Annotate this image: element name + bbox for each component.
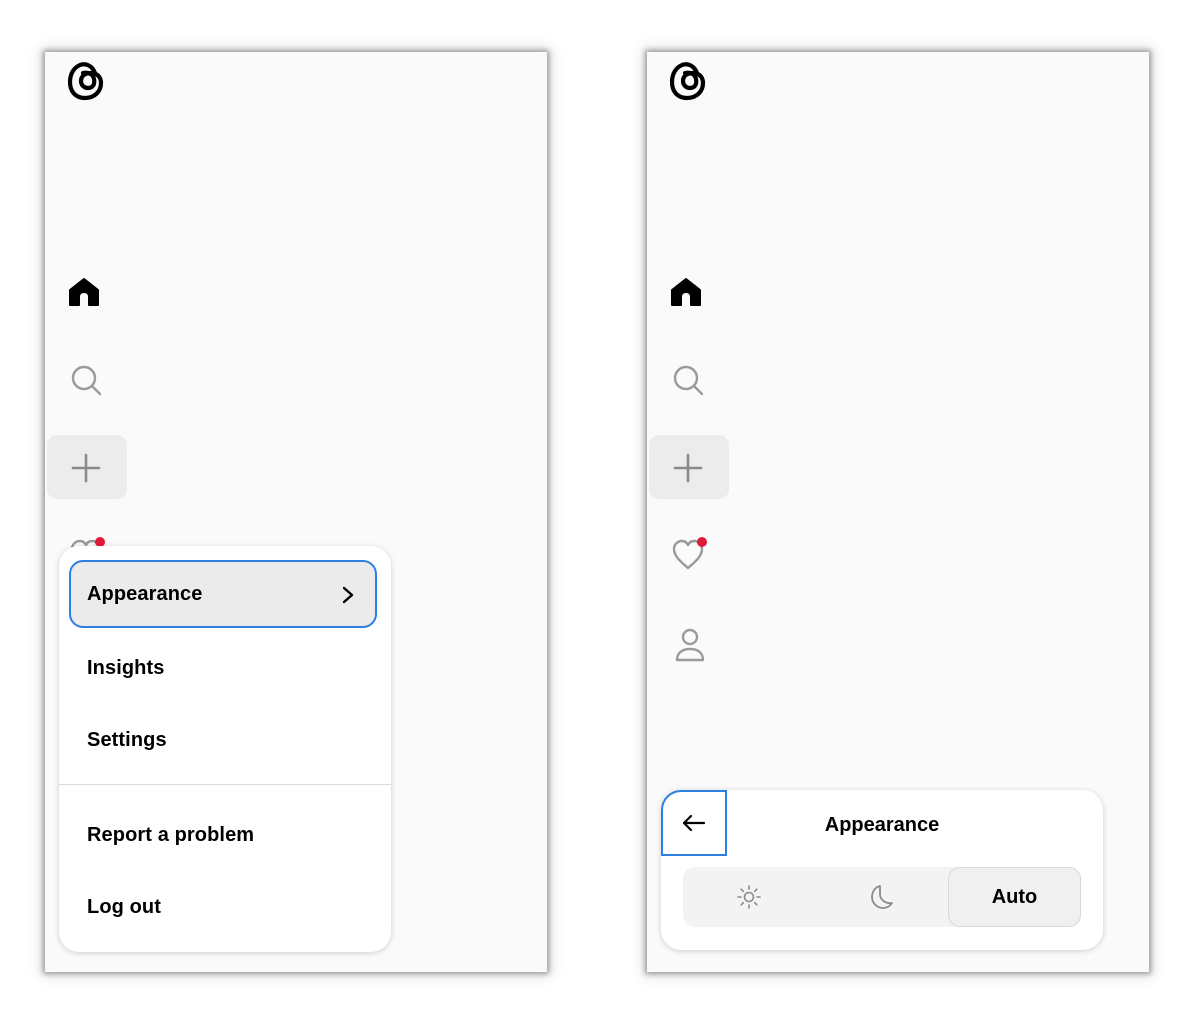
more-menu: Appearance Insights Settings Report a pr…: [59, 546, 391, 952]
right-screen: Appearance Auto: [647, 52, 1149, 972]
plus-icon[interactable]: [71, 453, 101, 483]
profile-icon[interactable]: [673, 627, 707, 663]
appearance-mode-selector: Auto: [683, 867, 1081, 927]
menu-item-label: Insights: [87, 656, 165, 679]
auto-mode-button[interactable]: Auto: [948, 867, 1081, 927]
left-screen: Appearance Insights Settings Report a pr…: [45, 52, 547, 972]
home-icon[interactable]: [669, 276, 703, 308]
light-mode-button[interactable]: [683, 867, 815, 927]
appearance-popup: Appearance Auto: [661, 790, 1103, 950]
menu-item-label: Log out: [87, 895, 162, 918]
menu-item-insights[interactable]: Insights: [69, 634, 377, 702]
dark-mode-button[interactable]: [815, 867, 947, 927]
menu-item-label: Settings: [87, 728, 167, 751]
sun-icon: [737, 885, 761, 909]
plus-icon[interactable]: [673, 453, 703, 483]
menu-divider: [59, 784, 391, 785]
menu-item-appearance[interactable]: Appearance: [69, 560, 377, 628]
chevron-right-icon: [342, 586, 354, 604]
threads-logo-icon[interactable]: [667, 58, 709, 104]
moon-icon: [871, 885, 893, 909]
heart-icon[interactable]: [670, 534, 714, 574]
home-icon[interactable]: [67, 276, 101, 308]
menu-item-settings[interactable]: Settings: [69, 706, 377, 774]
appearance-title: Appearance: [824, 814, 940, 836]
search-icon[interactable]: [69, 363, 103, 397]
threads-logo-icon[interactable]: [65, 58, 107, 104]
search-icon[interactable]: [671, 363, 705, 397]
menu-item-label: Appearance: [87, 582, 203, 605]
menu-item-log-out[interactable]: Log out: [69, 873, 377, 941]
menu-item-report-problem[interactable]: Report a problem: [69, 801, 377, 869]
notification-dot: [697, 537, 707, 547]
menu-item-label: Report a problem: [87, 823, 255, 846]
